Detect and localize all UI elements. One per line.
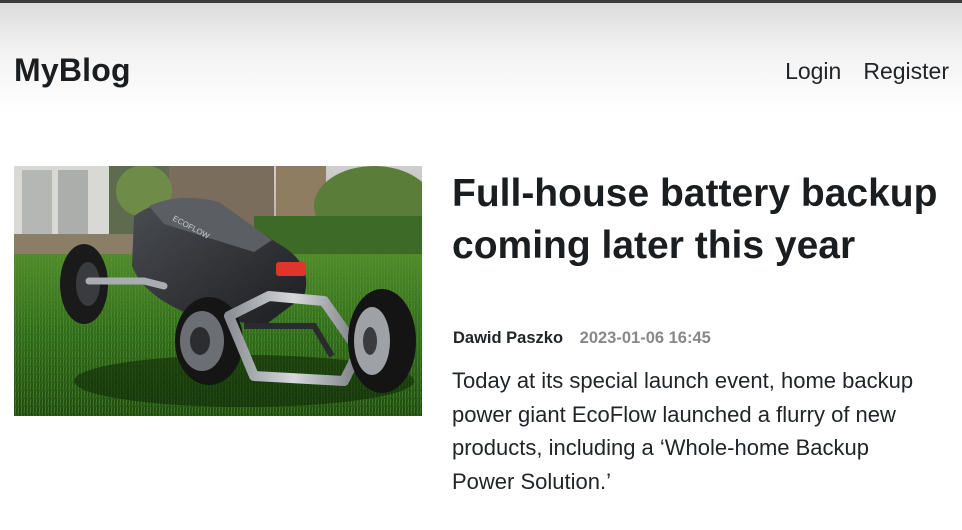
header-nav: Login Register: [785, 58, 949, 85]
post-date: 2023-01-06 16:45: [579, 329, 711, 347]
site-header: MyBlog Login Register: [0, 3, 962, 113]
site-brand-link[interactable]: MyBlog: [14, 52, 131, 89]
post-meta: Dawid Paszko 2023-01-06 16:45: [453, 329, 711, 348]
post-excerpt: Today at its special launch event, home …: [452, 368, 914, 494]
post-author: Dawid Paszko: [453, 329, 564, 347]
post-title-link[interactable]: Full-house battery backup coming later t…: [452, 168, 952, 272]
register-link[interactable]: Register: [863, 58, 949, 85]
robot-lawnmower-image: ECOFLOW: [14, 166, 422, 416]
login-link[interactable]: Login: [785, 58, 841, 85]
post-thumbnail[interactable]: ECOFLOW: [14, 166, 422, 416]
